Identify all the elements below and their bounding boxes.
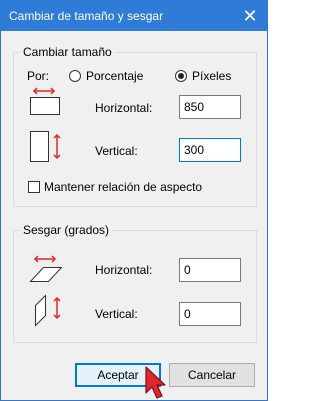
- percent-label[interactable]: Porcentaje: [86, 69, 143, 83]
- cancel-button[interactable]: Cancelar: [169, 363, 255, 387]
- skew-horizontal-label: Horizontal:: [95, 263, 153, 277]
- percent-radio[interactable]: [69, 70, 81, 82]
- resize-vertical-icon: [30, 131, 61, 162]
- resize-horizontal-icon: [30, 87, 60, 115]
- resize-horizontal-input[interactable]: [179, 95, 241, 119]
- skew-horizontal-input[interactable]: [179, 258, 241, 282]
- window-title: Cambiar de tamaño y sesgar: [9, 9, 164, 23]
- resize-vertical-label: Vertical:: [95, 144, 138, 158]
- skew-vertical-label: Vertical:: [95, 307, 138, 321]
- skew-vertical-input[interactable]: [179, 302, 241, 326]
- skew-group-legend: Sesgar (grados): [23, 223, 110, 237]
- skew-horizontal-icon: [29, 255, 63, 282]
- close-button[interactable]: ✕: [237, 4, 263, 28]
- by-label: Por:: [27, 69, 50, 83]
- pixels-radio-selected-dot: [178, 73, 184, 79]
- title-bar: Cambiar de tamaño y sesgar ✕: [1, 1, 267, 31]
- dialog-window: Cambiar de tamaño y sesgar ✕ Cambiar tam…: [0, 0, 268, 401]
- maintain-aspect-checkbox[interactable]: [28, 181, 40, 193]
- pixels-label[interactable]: Píxeles: [192, 69, 231, 83]
- resize-group-legend: Cambiar tamaño: [23, 45, 112, 59]
- resize-horizontal-label: Horizontal:: [95, 101, 153, 115]
- skew-vertical-icon: [35, 294, 61, 327]
- maintain-aspect-label[interactable]: Mantener relación de aspecto: [44, 180, 202, 194]
- mouse-pointer-icon: [145, 366, 166, 399]
- pixels-radio[interactable]: [175, 70, 187, 82]
- resize-vertical-input[interactable]: [179, 138, 241, 162]
